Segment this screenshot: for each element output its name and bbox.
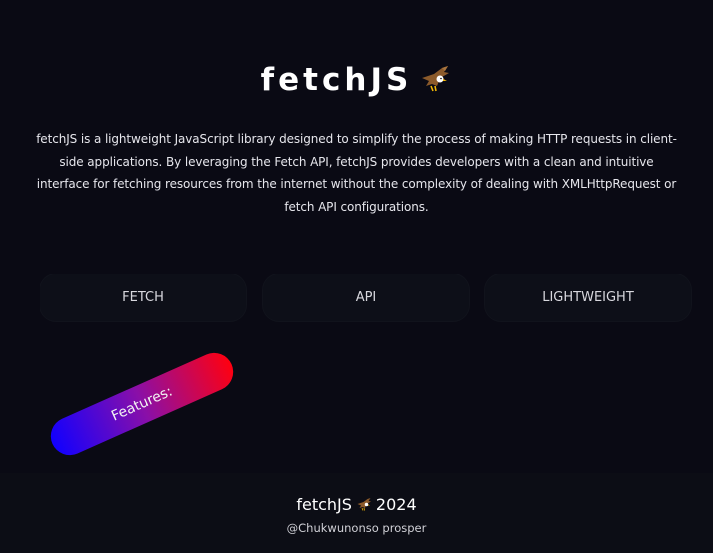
page: fetchJS fetchJS is a lightweight JavaScr…: [0, 0, 713, 553]
tag-fetch[interactable]: FETCH: [40, 274, 246, 321]
description: fetchJS is a lightweight JavaScript libr…: [36, 132, 677, 214]
footer-title: fetchJS 2024: [0, 495, 713, 514]
eagle-icon: [418, 64, 452, 96]
tag-list: FETCH API LIGHTWEIGHT: [40, 274, 700, 322]
features-label: Features:: [109, 383, 175, 425]
tag-label: API: [355, 290, 377, 305]
page-title: fetchJS: [0, 62, 713, 98]
footer-brand: fetchJS: [296, 495, 352, 514]
title-text: fetchJS: [260, 62, 413, 98]
footer: fetchJS 2024 @Chukwunonso prosper: [0, 473, 713, 553]
tag-label: FETCH: [122, 290, 164, 305]
footer-credit: @Chukwunonso prosper: [286, 521, 427, 535]
eagle-icon: [355, 497, 373, 513]
tag-label: LIGHTWEIGHT: [542, 290, 634, 305]
tag-lightweight[interactable]: LIGHTWEIGHT: [485, 274, 691, 321]
features-badge: Features:: [44, 346, 240, 462]
tag-api[interactable]: API: [263, 274, 469, 321]
footer-year: 2024: [375, 495, 417, 514]
